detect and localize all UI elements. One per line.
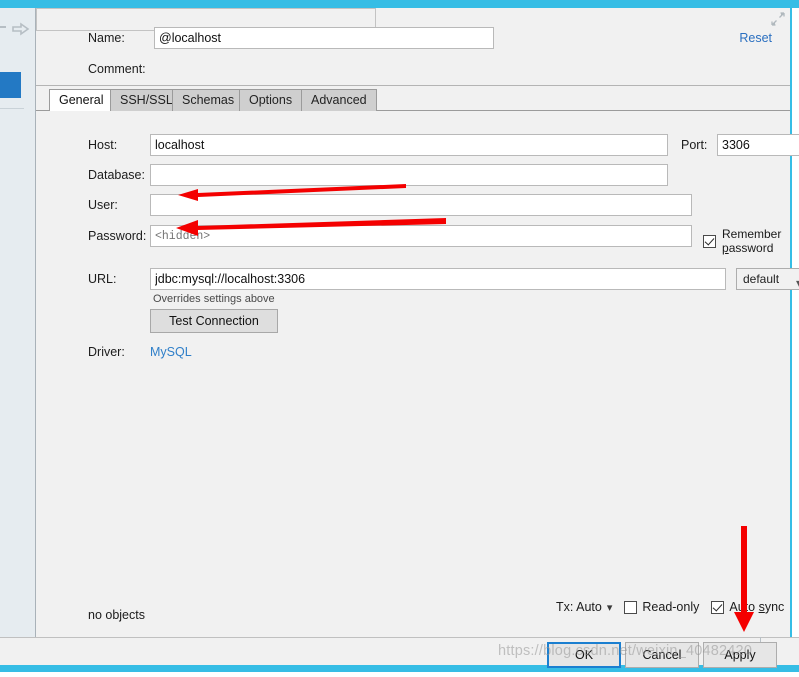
database-input[interactable] bbox=[150, 164, 668, 186]
no-objects-label: no objects bbox=[88, 608, 145, 622]
ide-top-accent-bar bbox=[0, 0, 799, 8]
port-label: Port: bbox=[681, 138, 708, 152]
test-connection-button[interactable]: Test Connection bbox=[150, 309, 278, 333]
tab-strip: General SSH/SSL Schemas Options Advanced bbox=[36, 86, 790, 112]
tx-mode-dropdown[interactable]: Tx: Auto ▾ bbox=[556, 600, 612, 614]
driver-variant-dropdown[interactable]: default ▾ bbox=[736, 268, 799, 290]
tab-advanced[interactable]: Advanced bbox=[301, 89, 377, 111]
url-label: URL: bbox=[88, 272, 117, 286]
ok-button[interactable]: OK bbox=[547, 642, 621, 668]
user-input[interactable] bbox=[150, 194, 692, 216]
host-input[interactable] bbox=[150, 134, 668, 156]
database-label: Database: bbox=[88, 168, 145, 182]
ide-left-panel bbox=[0, 8, 59, 663]
sidebar-scrollbar-track[interactable] bbox=[24, 40, 59, 640]
dialog-button-bar: OK Cancel Apply bbox=[36, 639, 792, 677]
tab-general[interactable]: General bbox=[49, 89, 114, 112]
driver-link[interactable]: MySQL bbox=[150, 345, 192, 359]
tab-options[interactable]: Options bbox=[239, 89, 303, 111]
remember-password-row[interactable]: Remember password bbox=[703, 227, 790, 255]
read-only-checkbox[interactable] bbox=[624, 600, 638, 614]
auto-sync-checkbox[interactable] bbox=[711, 600, 725, 614]
right-arrow-icon[interactable] bbox=[12, 22, 30, 36]
driver-label: Driver: bbox=[88, 345, 125, 359]
data-source-dialog: Name: Comment: Reset General SSH/SSL Sch… bbox=[36, 8, 799, 668]
password-label: Password: bbox=[88, 229, 147, 243]
host-label: Host: bbox=[88, 138, 118, 152]
url-input[interactable] bbox=[150, 268, 726, 290]
password-input[interactable] bbox=[150, 225, 692, 247]
user-label: User: bbox=[88, 198, 118, 212]
dialog-header: Name: Comment: Reset bbox=[36, 8, 790, 86]
comment-label: Comment: bbox=[88, 62, 146, 76]
name-input[interactable] bbox=[154, 27, 494, 49]
dialog-status-row: Tx: Auto ▾ Read-only Auto sync bbox=[556, 600, 784, 614]
remember-password-checkbox[interactable] bbox=[703, 234, 716, 248]
read-only-label: Read-only bbox=[642, 600, 700, 614]
auto-sync-toggle[interactable]: Auto sync bbox=[711, 600, 784, 614]
chevron-down-icon: ▾ bbox=[606, 601, 613, 614]
name-label: Name: bbox=[88, 31, 125, 45]
tab-schemas[interactable]: Schemas bbox=[172, 89, 245, 111]
apply-button[interactable]: Apply bbox=[703, 642, 777, 668]
reset-link[interactable]: Reset bbox=[739, 31, 772, 45]
driver-variant-value: default bbox=[743, 272, 780, 286]
minimize-dash-icon bbox=[0, 26, 6, 28]
remember-password-label: Remember password bbox=[722, 227, 782, 255]
ide-background: Name: Comment: Reset General SSH/SSL Sch… bbox=[0, 0, 799, 672]
expand-diagonal-icon[interactable] bbox=[771, 12, 785, 26]
auto-sync-label: Auto sync bbox=[729, 600, 785, 614]
port-input[interactable] bbox=[717, 134, 799, 156]
read-only-toggle[interactable]: Read-only bbox=[624, 600, 699, 614]
sidebar-selected-item[interactable] bbox=[0, 72, 21, 98]
cancel-button[interactable]: Cancel bbox=[625, 642, 699, 668]
tx-mode-label: Tx: Auto bbox=[556, 600, 602, 614]
url-override-note: Overrides settings above bbox=[153, 293, 275, 305]
